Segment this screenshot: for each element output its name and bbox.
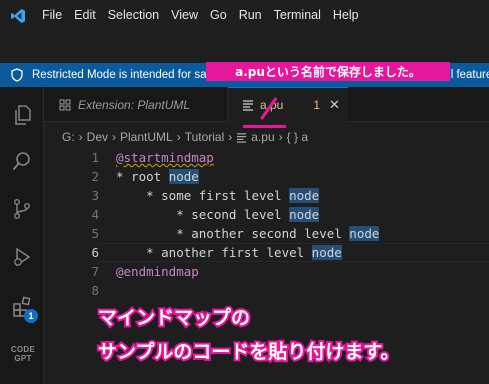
highlighted-token: node [168, 169, 199, 184]
code-text: * another second level node [116, 224, 380, 243]
breadcrumb-item[interactable]: Tutorial [185, 130, 225, 144]
code-token: @endmindmap [116, 264, 199, 279]
search-icon[interactable] [8, 147, 36, 175]
line-number: 7 [91, 264, 99, 279]
chevron-right-icon: › [78, 130, 83, 144]
extensions-badge: 1 [24, 309, 38, 323]
extension-file-icon [59, 99, 71, 110]
highlighted-token: node [289, 207, 320, 222]
line-number: 4 [91, 207, 99, 222]
annotation-underline [243, 125, 286, 128]
code-line[interactable]: 5 * another second level node [44, 224, 489, 243]
vscode-logo-icon [0, 0, 36, 31]
source-control-icon[interactable] [8, 195, 36, 223]
chevron-right-icon: › [228, 130, 233, 144]
code-token: @startmindmap [116, 150, 214, 165]
highlighted-token: node [311, 245, 342, 260]
shield-icon [11, 68, 23, 82]
line-number: 1 [91, 150, 99, 165]
menu-run[interactable]: Run [233, 0, 268, 31]
menu-help[interactable]: Help [327, 0, 365, 31]
code-token: * another first level [116, 245, 312, 260]
run-debug-icon[interactable] [8, 243, 36, 271]
code-line[interactable]: 8 [44, 281, 489, 300]
menu-edit[interactable]: Edit [68, 0, 102, 31]
line-number: 8 [91, 283, 99, 298]
activity-bar: 1 CODE GPT [0, 87, 44, 384]
menu-selection[interactable]: Selection [102, 0, 165, 31]
breadcrumb: G: › Dev › PlantUML › Tutorial › a.pu › … [62, 128, 308, 146]
code-text: * another first level node [116, 243, 342, 262]
code-token: * second level [116, 207, 290, 222]
editor-tab-bar: Extension: PlantUML a.pu 1 ✕ [44, 87, 489, 122]
tab-extension-plantuml[interactable]: Extension: PlantUML [44, 87, 228, 122]
code-line[interactable]: 7 @endmindmap [44, 262, 489, 281]
menu-terminal[interactable]: Terminal [268, 0, 327, 31]
code-line[interactable]: 4 * second level node [44, 205, 489, 224]
code-line[interactable]: 3 * some first level node [44, 186, 489, 205]
chevron-right-icon: › [112, 130, 117, 144]
breadcrumb-item[interactable]: PlantUML [120, 130, 173, 144]
highlighted-token: node [349, 226, 380, 241]
annotation-saved-note: a.puという名前で保存しました。 [206, 62, 450, 81]
line-number: 3 [91, 188, 99, 203]
breadcrumb-item[interactable]: G: [62, 130, 75, 144]
file-lines-icon [243, 100, 253, 111]
annotation-line-2: サンプルのコードを貼り付けます。 [96, 339, 402, 365]
code-text: * root node [116, 167, 199, 186]
file-lines-icon [237, 132, 247, 143]
code-token: * another second level [116, 226, 350, 241]
code-line[interactable]: 2 * root node [44, 167, 489, 186]
line-number: 2 [91, 169, 99, 184]
breadcrumb-item[interactable]: { } a [287, 130, 308, 144]
tab-a-pu[interactable]: a.pu 1 ✕ [228, 87, 348, 122]
line-number: 5 [91, 226, 99, 241]
annotation-line-1: マインドマップの [96, 305, 252, 331]
menu-file[interactable]: File [36, 0, 68, 31]
breadcrumb-item[interactable]: a.pu [251, 130, 274, 144]
code-text: @endmindmap [116, 262, 199, 281]
codegpt-label-line2: GPT [14, 354, 32, 363]
menu-go[interactable]: Go [204, 0, 233, 31]
code-line[interactable]: 1 @startmindmap [44, 148, 489, 167]
codegpt-label-line1: CODE [10, 345, 36, 354]
problems-count: 1 [313, 98, 321, 112]
annotation-paste-note: マインドマップの サンプルのコードを貼り付けます。 [96, 301, 402, 369]
menu-bar: File Edit Selection View Go Run Terminal Help [0, 0, 489, 31]
line-number: 6 [91, 245, 99, 260]
chevron-right-icon: › [176, 130, 181, 144]
code-text: * second level node [116, 205, 320, 224]
code-text: @startmindmap [116, 148, 214, 167]
breadcrumb-item[interactable]: Dev [87, 130, 108, 144]
code-token: * root [116, 169, 169, 184]
codegpt-icon[interactable]: CODE GPT [10, 345, 36, 363]
highlighted-token: node [289, 188, 320, 203]
close-icon[interactable]: ✕ [329, 98, 340, 113]
code-token: * some first level [116, 188, 290, 203]
chevron-right-icon: › [278, 130, 283, 144]
code-text: * some first level node [116, 186, 320, 205]
code-line[interactable]: 6 * another first level node [44, 243, 489, 262]
menu-view[interactable]: View [165, 0, 204, 31]
explorer-icon[interactable] [8, 101, 36, 129]
tab-label: Extension: PlantUML [78, 97, 191, 112]
